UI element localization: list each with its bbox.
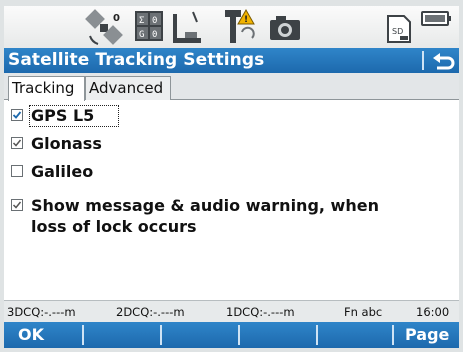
battery-icon[interactable] xyxy=(418,8,454,46)
check-icon xyxy=(12,139,22,147)
loss-of-lock-warning-label-line2: loss of lock occurs xyxy=(31,217,197,236)
softkey-divider xyxy=(82,325,84,345)
input-mode-indicator: Fn abc xyxy=(344,305,383,319)
page-title: Satellite Tracking Settings xyxy=(8,50,265,70)
2dcq-readout: 2DCQ:-.---m xyxy=(116,305,185,319)
settings-panel: Tracking Advanced GPS L5 Glonass Galileo xyxy=(4,73,459,300)
softkey-divider xyxy=(392,325,394,345)
svg-text:0: 0 xyxy=(152,30,157,40)
back-icon[interactable] xyxy=(428,49,458,72)
camera-icon[interactable] xyxy=(264,8,304,46)
device-screen: 0 Σ 0 G 0 ! SD Satellite Tracking Settin… xyxy=(0,0,463,352)
gps-receiver-icon[interactable]: ! xyxy=(222,8,262,46)
glonass-checkbox[interactable] xyxy=(11,137,23,149)
glonass-label: Glonass xyxy=(31,134,102,153)
tab-tracking-label: Tracking xyxy=(12,79,75,97)
1dcq-readout: 1DCQ:-.---m xyxy=(226,305,295,319)
svg-text:Σ: Σ xyxy=(139,16,144,26)
dop-icon[interactable]: Σ 0 G 0 xyxy=(134,8,164,46)
check-icon xyxy=(12,111,22,119)
memory-card-icon[interactable]: SD xyxy=(382,8,416,46)
antenna-height-icon[interactable] xyxy=(169,8,205,46)
svg-text:SD: SD xyxy=(392,27,403,36)
galileo-label: Galileo xyxy=(31,162,94,181)
tab-strip: Tracking Advanced xyxy=(4,73,459,101)
galileo-checkbox[interactable] xyxy=(11,165,23,177)
svg-text:G: G xyxy=(139,30,144,40)
page-button[interactable]: Page xyxy=(405,325,449,344)
softkey-divider xyxy=(316,325,318,345)
satellite-icon[interactable]: 0 xyxy=(82,8,126,46)
3dcq-readout: 3DCQ:-.---m xyxy=(7,305,76,319)
loss-of-lock-warning-checkbox[interactable] xyxy=(11,199,23,211)
tab-advanced[interactable]: Advanced xyxy=(85,76,171,100)
svg-text:0: 0 xyxy=(113,13,120,24)
svg-text:0: 0 xyxy=(152,16,157,26)
tab-advanced-label: Advanced xyxy=(89,79,164,97)
check-icon xyxy=(12,201,22,209)
softkey-bar: OK Page xyxy=(4,322,459,348)
loss-of-lock-warning-label-line1: Show message & audio warning, when xyxy=(31,196,379,215)
gps-l5-label: GPS L5 xyxy=(31,106,95,125)
title-bar: Satellite Tracking Settings xyxy=(4,48,459,73)
quality-status-line: 3DCQ:-.---m 2DCQ:-.---m 1DCQ:-.---m Fn a… xyxy=(4,300,459,322)
title-separator xyxy=(422,51,424,70)
tab-tracking[interactable]: Tracking xyxy=(8,76,85,101)
softkey-divider xyxy=(238,325,240,345)
gps-l5-checkbox[interactable] xyxy=(11,109,23,121)
status-icon-bar: 0 Σ 0 G 0 ! SD xyxy=(4,6,459,50)
svg-text:!: ! xyxy=(244,15,248,25)
softkey-divider xyxy=(160,325,162,345)
clock: 16:00 xyxy=(416,305,450,319)
ok-button[interactable]: OK xyxy=(18,325,44,344)
